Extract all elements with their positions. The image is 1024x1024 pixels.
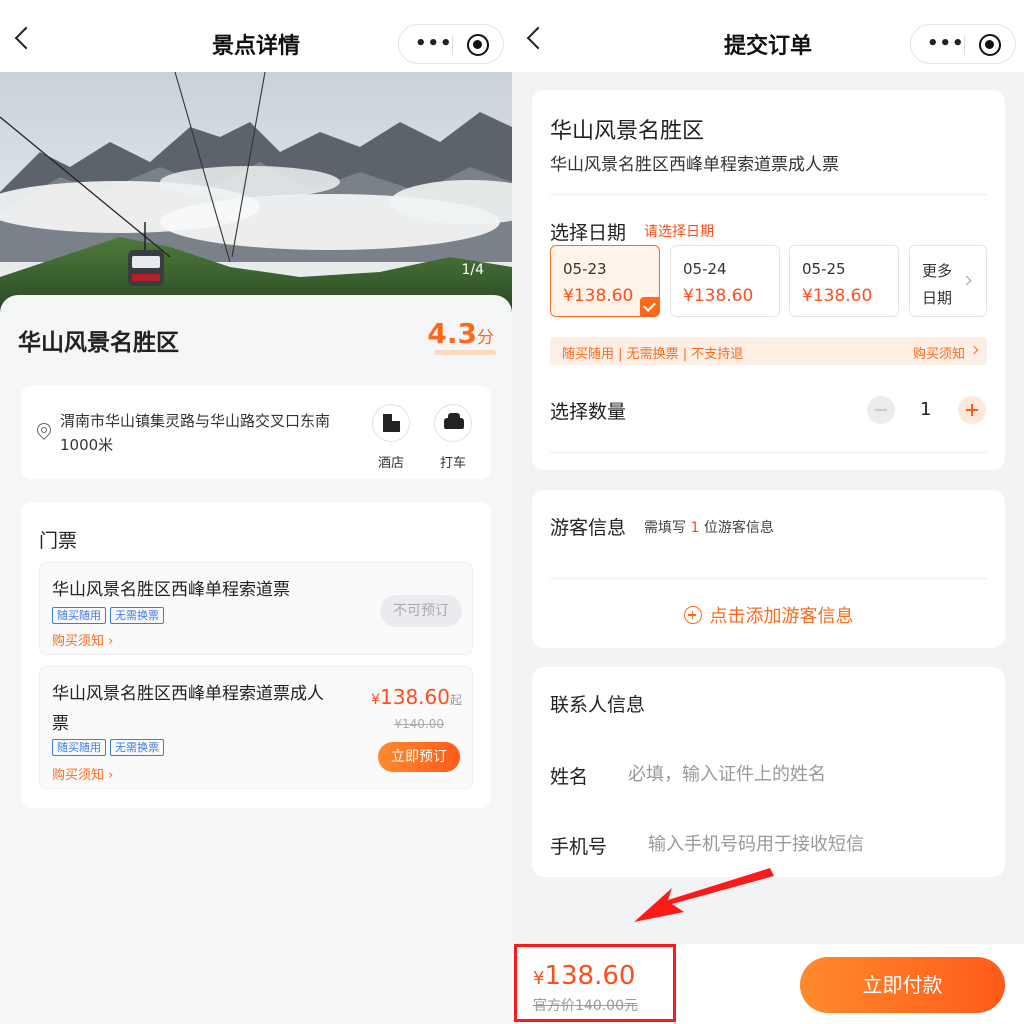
tag: 随买随用 [52, 739, 106, 756]
date-option[interactable]: 05-25 ¥138.60 [789, 245, 899, 317]
nav-bar: 提交订单 ••• [512, 0, 1024, 72]
guest-hint: 需填写 1 位游客信息 [644, 520, 774, 536]
name-label: 姓名 [550, 766, 589, 788]
mountain-cableway-photo [0, 72, 512, 312]
score-value: 4.3 [427, 317, 477, 350]
more-dates-label: 更多日期 [922, 262, 953, 307]
purchase-notice-link[interactable]: 购买须知 › [52, 630, 113, 649]
attraction-name: 华山风景名胜区 [18, 330, 179, 356]
checkmark-icon [640, 297, 660, 317]
hotel-icon [372, 404, 410, 442]
product-card: 华山风景名胜区 华山风景名胜区西峰单程索道票成人票 选择日期 请选择日期 05-… [532, 90, 1005, 470]
divider [550, 578, 987, 579]
purchase-notice-link[interactable]: 购买须知 › [52, 764, 113, 783]
contact-label: 联系人信息 [550, 694, 646, 716]
more-icon[interactable]: ••• [415, 35, 453, 53]
quantity-label: 选择数量 [550, 401, 627, 423]
score-unit: 分 [477, 328, 494, 348]
date-option-date: 05-25 [802, 260, 846, 278]
ticket-name: 华山风景名胜区西峰单程索道票成人票 [52, 684, 324, 734]
taxi-label: 打车 [439, 456, 466, 471]
close-target-icon[interactable] [979, 34, 1001, 56]
date-option-price: ¥138.60 [683, 286, 754, 306]
date-option-price: ¥138.60 [802, 286, 873, 306]
tag: 无需换票 [110, 607, 164, 624]
total-price-highlight: ¥138.60 官方价140.00元 [514, 944, 676, 1022]
policy-banner: 随买随用 | 无需换票 | 不支持退 购买须知 [550, 337, 987, 365]
guest-info-card: 游客信息 需填写 1 位游客信息 点击添加游客信息 [532, 490, 1005, 648]
taxi-button[interactable]: 打车 [433, 404, 473, 471]
unavailable-button: 不可预订 [380, 595, 462, 627]
tag: 无需换票 [110, 739, 164, 756]
date-option-date: 05-23 [563, 260, 607, 278]
quantity-value: 1 [920, 399, 932, 420]
submit-order-screen: 提交订单 ••• 华山风景名胜区 华山风景名胜区西峰单程索道票成人票 选择日期 … [512, 0, 1024, 1024]
hero-image[interactable] [0, 72, 512, 312]
capsule-divider [964, 35, 965, 55]
close-target-icon[interactable] [467, 34, 489, 56]
original-price: ¥140.00 [394, 717, 444, 731]
purchase-notice-link[interactable]: 购买须知 [913, 343, 965, 362]
tag: 随买随用 [52, 607, 106, 624]
mini-program-capsule: ••• [398, 24, 504, 64]
add-circle-icon [683, 606, 702, 624]
total-price: ¥138.60 [533, 961, 636, 991]
attraction-summary: 华山风景名胜区 4.3分 [0, 295, 512, 380]
chevron-right-icon [961, 275, 972, 286]
taxi-icon [434, 404, 472, 442]
checkout-bar: ¥138.60 官方价140.00元 立即付款 [512, 944, 1024, 1024]
date-label: 选择日期 [550, 222, 627, 244]
book-now-button[interactable]: 立即预订 [378, 742, 460, 772]
decrease-quantity-button[interactable] [867, 396, 895, 424]
tickets-card: 门票 华山风景名胜区西峰单程索道票 随买随用 无需换票 购买须知 › 不可预订 … [21, 502, 491, 808]
date-hint: 请选择日期 [644, 224, 714, 240]
official-price: 官方价140.00元 [533, 998, 638, 1014]
ticket-tags: 随买随用 无需换票 [52, 739, 164, 756]
tickets-heading: 门票 [39, 530, 78, 552]
policy-text: 随买随用 | 无需换票 | 不支持退 [562, 347, 744, 362]
ticket-name: 华山风景名胜区西峰单程索道票 [52, 580, 290, 600]
date-option[interactable]: 05-24 ¥138.60 [670, 245, 780, 317]
more-dates-button[interactable]: 更多日期 [909, 245, 987, 317]
ticket-item[interactable]: 华山风景名胜区西峰单程索道票成人票 随买随用 无需换票 购买须知 › ¥138.… [39, 666, 473, 789]
add-guest-button[interactable]: 点击添加游客信息 [532, 602, 1005, 628]
product-name: 华山风景名胜区 [550, 119, 705, 144]
image-pager: 1/4 [461, 262, 484, 278]
nav-bar: 景点详情 ••• [0, 0, 512, 72]
date-option-date: 05-24 [683, 260, 727, 278]
hotel-label: 酒店 [377, 456, 404, 471]
pay-now-button[interactable]: 立即付款 [800, 957, 1005, 1013]
divider [550, 194, 987, 195]
location-pin-icon [34, 420, 54, 440]
contact-card: 联系人信息 姓名 手机号 [532, 667, 1005, 877]
increase-quantity-button[interactable] [958, 396, 986, 424]
more-icon[interactable]: ••• [927, 35, 965, 53]
phone-input[interactable] [648, 829, 988, 859]
ticket-item[interactable]: 华山风景名胜区西峰单程索道票 随买随用 无需换票 购买须知 › 不可预订 [39, 562, 473, 655]
mini-program-capsule: ••• [910, 24, 1016, 64]
phone-label: 手机号 [550, 836, 608, 858]
date-option-price: ¥138.60 [563, 286, 634, 306]
hotel-button[interactable]: 酒店 [371, 404, 411, 471]
address-text[interactable]: 渭南市华山镇集灵路与华山路交叉口东南1000米 [60, 409, 355, 457]
guest-label: 游客信息 [550, 517, 627, 539]
product-full-name: 华山风景名胜区西峰单程索道票成人票 [550, 155, 839, 175]
chevron-right-icon [969, 345, 979, 355]
ticket-price: ¥138.60起 [371, 685, 462, 709]
divider [550, 452, 987, 453]
score-underline [434, 350, 496, 355]
name-input[interactable] [628, 759, 968, 789]
capsule-divider [452, 35, 453, 55]
rating-score: 4.3分 [427, 317, 494, 350]
attraction-detail-screen: 景点详情 ••• 1/4 华山风景名胜区 4.3分 渭南市华山镇集灵路与华山路交… [0, 0, 512, 1024]
address-card: 渭南市华山镇集灵路与华山路交叉口东南1000米 酒店 打车 [21, 386, 491, 479]
ticket-tags: 随买随用 无需换票 [52, 607, 164, 624]
date-option-selected[interactable]: 05-23 ¥138.60 [550, 245, 660, 317]
